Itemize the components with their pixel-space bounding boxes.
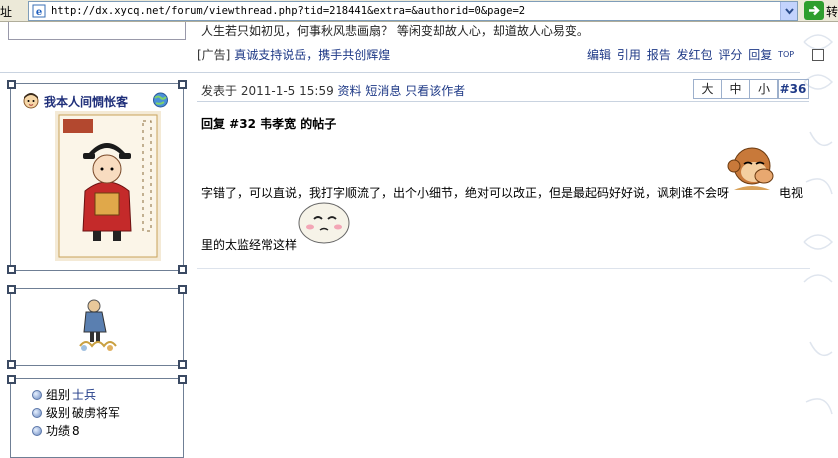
post-divider <box>0 72 800 73</box>
red-packet-link[interactable]: 发红包 <box>677 48 713 62</box>
floor-number[interactable]: #36 <box>777 79 809 99</box>
frame-corner <box>178 285 187 294</box>
frame-corner <box>178 80 187 89</box>
post-datetime: 2011-1-5 15:59 <box>240 84 334 98</box>
stat-label: 功绩 <box>46 424 71 438</box>
rate-link[interactable]: 评分 <box>718 48 742 62</box>
post-body-line2: 里的太监经常这样 <box>201 238 298 252</box>
stat-value-group[interactable]: 士兵 <box>72 386 96 404</box>
author-username[interactable]: 我本人间惆怅客 <box>44 93 128 110</box>
frame-corner <box>7 360 16 369</box>
monkey-emoticon <box>727 147 774 190</box>
frame-corner <box>178 265 187 274</box>
frame-corner <box>7 285 16 294</box>
author-stats: 组别 士兵 级别 破虏将军 功绩 8 <box>32 386 120 440</box>
signature-text: 人生若只如初见，何事秋风悲画扇？ 等闲变却故人心，却道故人心易变。 <box>201 24 589 38</box>
frame-corner <box>7 375 16 384</box>
stat-label: 组别 <box>46 388 71 402</box>
bun-emoticon <box>298 202 350 244</box>
reply-link[interactable]: 回复 <box>748 48 772 62</box>
go-button[interactable] <box>804 1 824 20</box>
report-link[interactable]: 报告 <box>647 48 671 62</box>
post-header: 发表于 2011-1-5 15:59 资料 短消息 只看该作者 大 中 小 #3… <box>197 78 809 102</box>
svg-text:e: e <box>36 7 42 18</box>
stat-value-merit: 8 <box>72 424 80 438</box>
select-checkbox[interactable] <box>811 49 824 61</box>
posted-prefix: 发表于 <box>201 84 238 98</box>
bullet-icon <box>32 408 42 418</box>
globe-online-icon[interactable] <box>152 92 169 108</box>
quote-link[interactable]: 引用 <box>617 48 641 62</box>
font-small-button[interactable]: 小 <box>750 80 778 98</box>
url-input[interactable]: e http://dx.xycq.net/forum/viewthread.ph… <box>28 1 798 21</box>
stat-row-rank: 级别 破虏将军 <box>32 404 120 422</box>
frame-corner <box>7 80 16 89</box>
bullet-icon <box>32 426 42 436</box>
ie-page-icon: e <box>32 4 46 18</box>
only-author-link[interactable]: 只看该作者 <box>405 84 465 98</box>
top-link[interactable]: TOP <box>778 50 794 59</box>
frame-corner <box>178 375 187 384</box>
message-link[interactable]: 短消息 <box>365 84 401 98</box>
ad-line: [广告] 真诚支持说岳，携手共创辉煌 <box>197 46 390 63</box>
font-medium-button[interactable]: 中 <box>722 80 750 98</box>
ad-link[interactable]: 真诚支持说岳，携手共创辉煌 <box>234 48 390 62</box>
stat-row-merit: 功绩 8 <box>32 422 120 440</box>
post-meta: 发表于 2011-1-5 15:59 资料 短消息 只看该作者 <box>201 82 465 99</box>
address-label: 址 <box>0 5 13 19</box>
go-arrow-icon <box>809 5 820 16</box>
address-bar: 址 e http://dx.xycq.net/forum/viewthread.… <box>0 0 838 22</box>
previous-author-frame <box>8 22 186 40</box>
font-size-switcher: 大 中 小 <box>693 79 779 99</box>
bullet-icon <box>32 390 42 400</box>
post-actions: 编辑 引用 报告 发红包 评分 回复 TOP <box>587 46 826 63</box>
chevron-down-icon <box>785 8 794 15</box>
content-divider <box>197 268 810 269</box>
medal-badge-image <box>79 299 117 351</box>
frame-corner <box>7 265 16 274</box>
font-large-button[interactable]: 大 <box>694 80 722 98</box>
stat-row-group: 组别 士兵 <box>32 386 120 404</box>
user-face-icon <box>23 93 39 109</box>
go-label[interactable]: 转 <box>826 3 838 20</box>
url-text[interactable]: http://dx.xycq.net/forum/viewthread.php?… <box>51 5 525 17</box>
post-body-line1-end: 电视 <box>779 186 804 200</box>
post-title: 回复 #32 韦孝宽 的帖子 <box>201 117 337 131</box>
stat-value-rank: 破虏将军 <box>72 406 121 420</box>
edit-link[interactable]: 编辑 <box>587 48 611 62</box>
ad-prefix: [广告] <box>197 48 231 62</box>
profile-link[interactable]: 资料 <box>338 84 362 98</box>
stat-label: 级别 <box>46 406 71 420</box>
frame-corner <box>178 360 187 369</box>
address-dropdown-button[interactable] <box>780 2 797 20</box>
author-avatar-image <box>55 111 161 261</box>
post-body-line1: 字错了，可以直说，我打字顺流了，出个小细节，绝对可以改正，但是最起码好好说，讽刺… <box>201 186 730 200</box>
